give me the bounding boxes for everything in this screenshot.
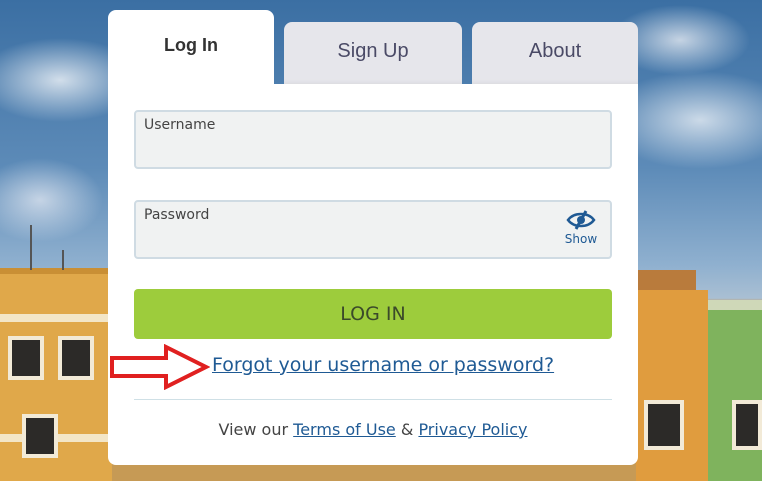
show-password-label: Show xyxy=(564,232,598,246)
footer-prefix: View our xyxy=(218,420,289,439)
background-building-left xyxy=(0,268,112,481)
background-building-right xyxy=(636,290,708,481)
show-password-toggle[interactable]: Show xyxy=(564,210,598,254)
privacy-policy-link[interactable]: Privacy Policy xyxy=(418,420,527,439)
legal-footer: View our Terms of Use & Privacy Policy xyxy=(108,420,638,439)
username-input[interactable] xyxy=(144,137,602,161)
username-label: Username xyxy=(144,117,216,133)
password-field[interactable]: Password Show xyxy=(134,200,612,259)
password-input[interactable] xyxy=(144,227,602,251)
divider xyxy=(134,399,612,400)
auth-panel: Sign Up About Log In Username Password S… xyxy=(108,10,638,465)
password-label: Password xyxy=(144,207,210,223)
background-antenna xyxy=(30,225,32,270)
background-antenna xyxy=(62,250,64,270)
eye-slash-icon xyxy=(566,210,596,230)
tab-log-in[interactable]: Log In xyxy=(108,10,274,90)
tab-about[interactable]: About xyxy=(472,22,638,86)
log-in-button[interactable]: LOG IN xyxy=(134,289,612,339)
forgot-credentials-link[interactable]: Forgot your username or password? xyxy=(212,354,554,376)
background-building-green xyxy=(708,300,762,481)
username-field[interactable]: Username xyxy=(134,110,612,169)
red-arrow-icon xyxy=(110,344,210,390)
footer-ampersand: & xyxy=(400,420,414,439)
terms-of-use-link[interactable]: Terms of Use xyxy=(293,420,396,439)
login-form: Username Password Show LOG IN Forgot you… xyxy=(108,84,638,465)
tab-sign-up[interactable]: Sign Up xyxy=(284,22,462,86)
